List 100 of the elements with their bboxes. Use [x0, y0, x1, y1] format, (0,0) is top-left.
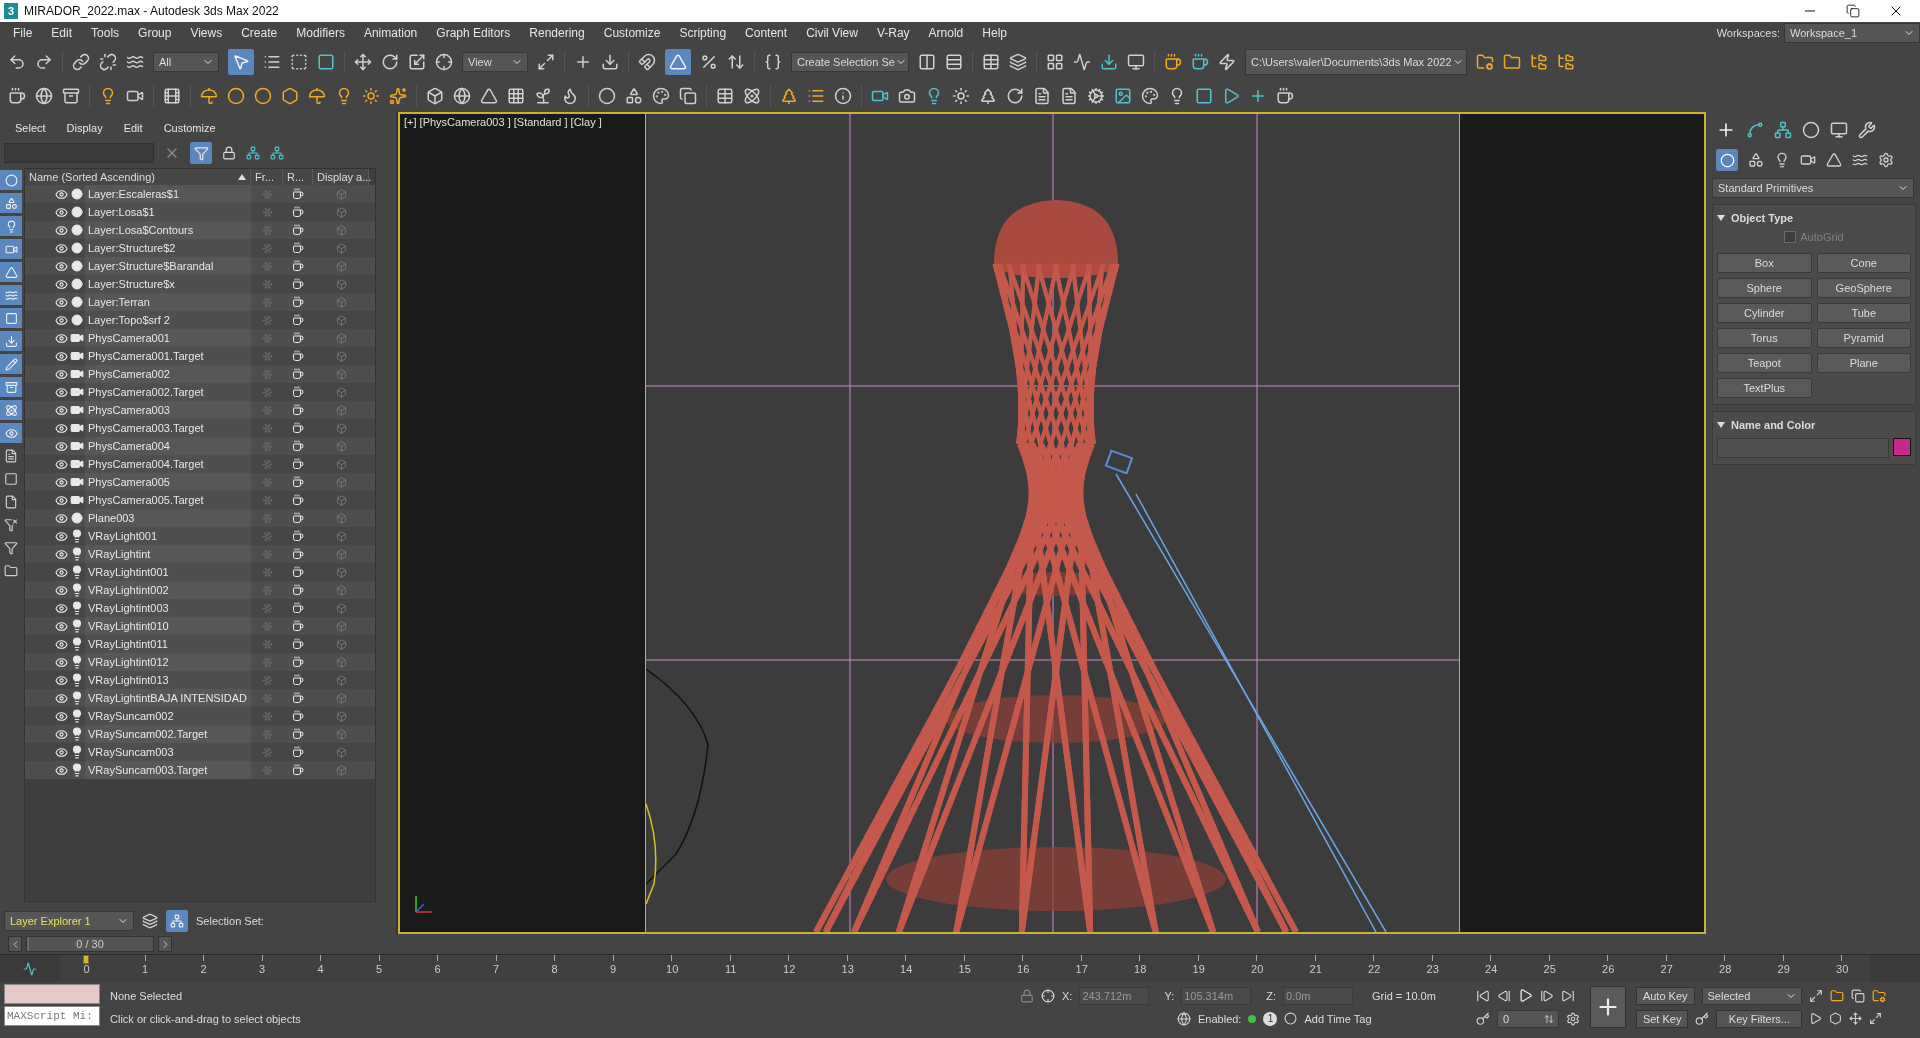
- frame-number: 5: [376, 963, 383, 975]
- timeline-ruler[interactable]: 0 1 2 3 4 5 6 7 8 9 10 11 12 13 14 15 16 17 18 19 20 21 22 23 24 25 26 27 28 29 30: [60, 955, 1870, 982]
- viewport-label[interactable]: [+] [PhysCamera003 ] [Standard ] [Clay ]: [404, 116, 602, 128]
- frame-spinner[interactable]: 0: [1496, 1009, 1559, 1028]
- object-name[interactable]: Layer:Losa$Contours: [85, 221, 251, 239]
- object-name[interactable]: VRayLightint010: [85, 617, 251, 635]
- object-name[interactable]: VRayLightint002: [85, 581, 251, 599]
- explorer-menu-item[interactable]: Customize: [154, 122, 226, 134]
- object-name[interactable]: PhysCamera003: [85, 401, 251, 419]
- primitive-button[interactable]: Box: [1717, 253, 1812, 273]
- column-header[interactable]: Fr...: [251, 169, 283, 185]
- key-mode-dropdown[interactable]: Selected: [1701, 986, 1802, 1005]
- object-name[interactable]: Layer:Structure$Barandal: [85, 257, 251, 275]
- column-header[interactable]: Display a...: [313, 169, 369, 185]
- frame-number: 4: [317, 963, 324, 975]
- menu-item[interactable]: Customize: [594, 26, 671, 40]
- explorer-dropdown[interactable]: Layer Explorer 1: [4, 911, 134, 931]
- menu-item[interactable]: Views: [181, 26, 233, 40]
- menu-item[interactable]: Animation: [354, 26, 428, 40]
- menu-item[interactable]: Help: [973, 26, 1017, 40]
- object-name[interactable]: VRaySuncam002: [85, 707, 251, 725]
- object-name[interactable]: VRaySuncam003: [85, 743, 251, 761]
- frame-number: 20: [1251, 963, 1264, 975]
- object-name[interactable]: PhysCamera004.Target: [85, 455, 251, 473]
- frame-number: 15: [958, 963, 971, 975]
- explorer-menu-item[interactable]: Edit: [114, 122, 153, 134]
- object-name[interactable]: PhysCamera005.Target: [85, 491, 251, 509]
- z-label: Z:: [1266, 989, 1276, 1002]
- menu-item[interactable]: File: [4, 26, 43, 40]
- menu-item[interactable]: Edit: [42, 26, 83, 40]
- object-name[interactable]: VRayLightint012: [85, 653, 251, 671]
- object-name[interactable]: Layer:Terran: [85, 293, 251, 311]
- project-path-dropdown[interactable]: C:\Users\valer\Documents\3ds Max 2022: [1245, 49, 1467, 75]
- object-name[interactable]: Layer:Losa$1: [85, 203, 251, 221]
- object-name[interactable]: VRayLightintBAJA INTENSIDAD: [85, 689, 251, 707]
- object-name[interactable]: PhysCamera002.Target: [85, 383, 251, 401]
- object-name[interactable]: Layer:Structure$x: [85, 275, 251, 293]
- set-key-mode-button[interactable]: Set Key: [1635, 1009, 1689, 1028]
- object-name[interactable]: PhysCamera002: [85, 365, 251, 383]
- menu-item[interactable]: Arnold: [919, 26, 974, 40]
- menu-item[interactable]: Civil View: [797, 26, 868, 40]
- primitive-button[interactable]: Plane: [1816, 353, 1911, 373]
- primitive-button[interactable]: Pyramid: [1816, 328, 1911, 348]
- object-name[interactable]: VRayLightint013: [85, 671, 251, 689]
- rollout-title[interactable]: Name and Color: [1731, 419, 1816, 431]
- menu-item[interactable]: Modifiers: [287, 26, 355, 40]
- category-dropdown[interactable]: Standard Primitives: [1712, 178, 1914, 198]
- object-name[interactable]: Plane003: [85, 509, 251, 527]
- frame-number: 2: [200, 963, 207, 975]
- rollout-title[interactable]: Object Type: [1731, 212, 1794, 224]
- named-selection-dropdown[interactable]: Create Selection Se: [791, 52, 909, 72]
- frame-number: 11: [724, 963, 737, 975]
- explorer-menu-item[interactable]: Display: [57, 122, 113, 134]
- object-name[interactable]: Layer:Escaleras$1: [85, 185, 251, 203]
- menu-item[interactable]: Rendering: [520, 26, 595, 40]
- primitive-button[interactable]: TextPlus: [1717, 378, 1812, 398]
- object-name[interactable]: VRayLightint001: [85, 563, 251, 581]
- object-name[interactable]: VRayLightint011: [85, 635, 251, 653]
- auto-key-button[interactable]: Auto Key: [1635, 986, 1695, 1005]
- object-name[interactable]: VRayLight001: [85, 527, 251, 545]
- menu-item[interactable]: Tools: [82, 26, 130, 40]
- menu-item[interactable]: V-Ray: [867, 26, 920, 40]
- menu-item[interactable]: Content: [736, 26, 798, 40]
- object-name[interactable]: PhysCamera003.Target: [85, 419, 251, 437]
- selection-status: None Selected: [110, 989, 184, 1002]
- object-name[interactable]: VRayLightint003: [85, 599, 251, 617]
- object-name[interactable]: PhysCamera001.Target: [85, 347, 251, 365]
- object-name[interactable]: PhysCamera005: [85, 473, 251, 491]
- frame-number: 27: [1660, 963, 1673, 975]
- explorer-menu-item[interactable]: Select: [6, 122, 56, 134]
- object-name[interactable]: PhysCamera004: [85, 437, 251, 455]
- time-slider[interactable]: 0 / 30: [26, 936, 154, 952]
- key-filters-button[interactable]: Key Filters...: [1716, 1009, 1803, 1028]
- primitive-button[interactable]: Sphere: [1717, 278, 1812, 298]
- reference-coordinate-dropdown[interactable]: View: [462, 52, 528, 72]
- primitive-button[interactable]: Teapot: [1717, 353, 1812, 373]
- menu-item[interactable]: Graph Editors: [427, 26, 521, 40]
- primitive-button[interactable]: Cylinder: [1717, 303, 1812, 323]
- primitive-button[interactable]: Tube: [1816, 303, 1911, 323]
- primitive-button[interactable]: Cone: [1816, 253, 1911, 273]
- column-header[interactable]: Name (Sorted Ascending): [25, 169, 251, 185]
- object-name[interactable]: VRayLightint: [85, 545, 251, 563]
- menu-item[interactable]: Scripting: [670, 26, 737, 40]
- object-name[interactable]: Layer:Topo$srf 2: [85, 311, 251, 329]
- object-name[interactable]: VRaySuncam003.Target: [85, 761, 251, 779]
- viewport[interactable]: [+] [PhysCamera003 ] [Standard ] [Clay ]: [398, 112, 1706, 934]
- selection-filter-dropdown[interactable]: All: [153, 52, 219, 72]
- menu-item[interactable]: Group: [129, 26, 182, 40]
- primitive-button[interactable]: Torus: [1717, 328, 1812, 348]
- maxscript-field[interactable]: MAXScript Mi:: [4, 1006, 100, 1026]
- object-name[interactable]: Layer:Structure$2: [85, 239, 251, 257]
- frame-number: 3: [259, 963, 266, 975]
- primitive-button[interactable]: GeoSphere: [1816, 278, 1911, 298]
- menu-item[interactable]: Create: [232, 26, 288, 40]
- add-time-tag[interactable]: Add Time Tag: [1304, 1012, 1372, 1025]
- object-name[interactable]: VRaySuncam002.Target: [85, 725, 251, 743]
- frame-number: 10: [666, 963, 679, 975]
- column-header[interactable]: R...: [283, 169, 313, 185]
- object-name[interactable]: PhysCamera001: [85, 329, 251, 347]
- workspace-dropdown[interactable]: Workspace_1: [1784, 23, 1920, 43]
